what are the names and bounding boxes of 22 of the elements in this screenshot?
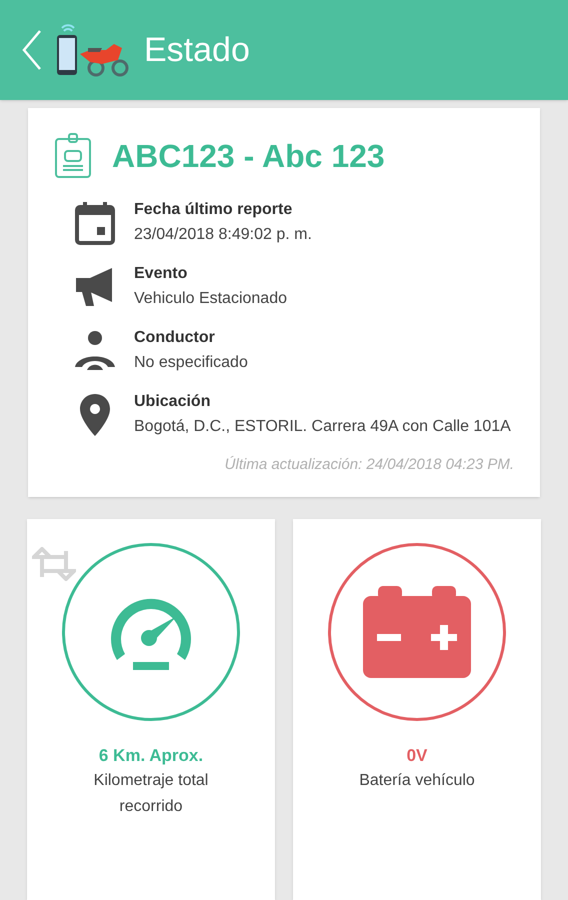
field-label: Evento [134,264,188,284]
calendar-icon [75,201,115,245]
stat-label: Kilometraje total recorrido [92,771,210,817]
field-label: Ubicación [134,392,212,412]
field-value: Bogotá, D.C., ESTORIL. Carrera 49A con Calle 101A [134,417,511,437]
person-icon [74,329,116,373]
last-update-text: Última actualización: 24/04/2018 04:23 PM. [224,455,514,475]
field-value: 23/04/2018 8:49:02 p. m. [134,225,312,245]
back-icon[interactable] [20,29,44,71]
location-pin-icon [78,392,112,438]
refresh-icon[interactable] [32,546,76,580]
stat-value: 6 Km. Aprox. [98,744,204,766]
page-title: Estado [144,30,250,70]
vehicle-title: ABC123 - Abc 123 [112,137,385,176]
stat-value: 0V [406,744,428,766]
stat-label: Batería vehículo [358,771,476,791]
field-value: Vehiculo Estacionado [134,289,287,309]
id-badge-icon [54,133,92,179]
field-label: Conductor [134,328,216,348]
field-label: Fecha último reporte [134,200,294,220]
battery-icon [363,586,471,678]
field-value: No especificado [134,353,248,373]
